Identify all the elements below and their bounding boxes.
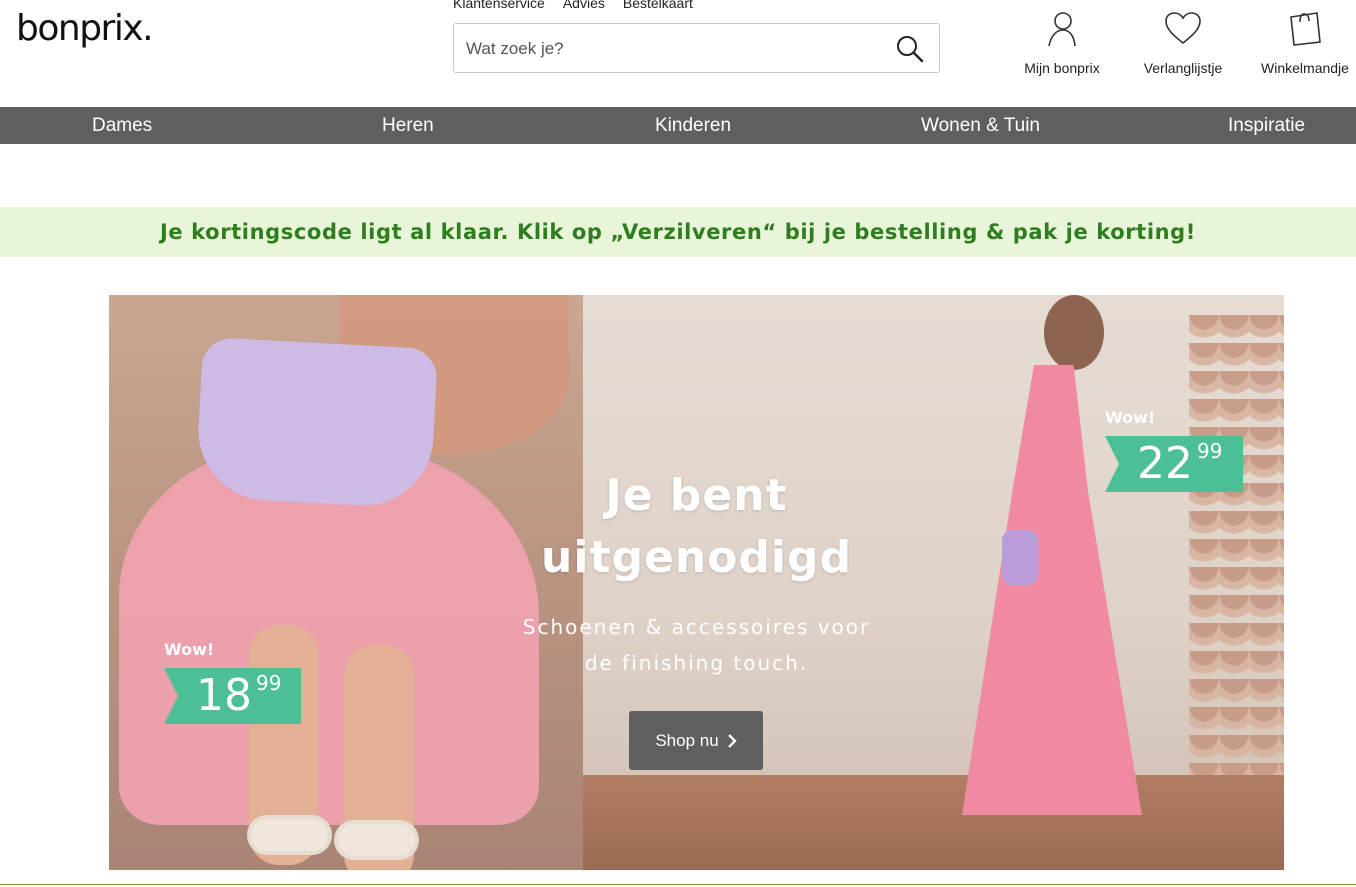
hero-banner[interactable]: Wow! 18 99 Wow! 22 99 Je bent uitgenodig… (109, 295, 1284, 870)
wishlist-link[interactable]: Verlanglijstje (1138, 8, 1228, 76)
hero-sandal (334, 820, 419, 860)
hero-text-block: Je bent uitgenodigd Schoenen & accessoir… (504, 465, 889, 681)
shopping-bag-icon (1285, 8, 1325, 48)
price-left-int: 18 (196, 670, 252, 721)
wow-label-right: Wow! (1105, 408, 1156, 427)
hero-sandal (247, 815, 332, 855)
price-right-cents: 99 (1197, 439, 1223, 463)
divider (0, 884, 1356, 885)
wow-label-left: Wow! (164, 640, 215, 659)
nav-inspiratie[interactable]: Inspiratie (1228, 115, 1305, 137)
promo-text: Je kortingscode ligt al klaar. Klik op „… (160, 220, 1196, 244)
price-tag-right[interactable]: 22 99 (1105, 436, 1243, 492)
hero-title-line1: Je bent (605, 470, 788, 521)
hero-title: Je bent uitgenodigd (504, 465, 889, 589)
hero-title-line2: uitgenodigd (541, 532, 852, 583)
nav-kinderen[interactable]: Kinderen (655, 115, 731, 137)
nav-heren[interactable]: Heren (382, 115, 434, 137)
my-account-label: Mijn bonprix (1024, 60, 1100, 76)
cart-label: Winkelmandje (1261, 60, 1349, 76)
hero-model-head (1044, 295, 1104, 370)
price-tag-left[interactable]: 18 99 (164, 668, 301, 724)
heart-icon (1163, 8, 1203, 48)
main-nav: Dames Heren Kinderen Wonen & Tuin Inspir… (0, 107, 1356, 144)
hero-clutch-bag (194, 336, 439, 510)
hero-wall-tiles (1189, 315, 1284, 785)
hero-subtitle-line2: de finishing touch. (584, 651, 809, 675)
wishlist-label: Verlanglijstje (1143, 60, 1223, 76)
shop-now-label: Shop nu (655, 730, 719, 750)
chevron-right-icon (727, 733, 737, 748)
nav-wonen-tuin[interactable]: Wonen & Tuin (921, 115, 1040, 137)
user-icon (1042, 8, 1082, 48)
price-right-int: 22 (1137, 438, 1193, 489)
account-links: Mijn bonprix Verlanglijstje Winkelmandje (0, 8, 1356, 88)
my-account-link[interactable]: Mijn bonprix (1018, 8, 1106, 76)
hero-model-bag (1002, 530, 1038, 585)
promo-banner[interactable]: Je kortingscode ligt al klaar. Klik op „… (0, 207, 1356, 257)
shop-now-button[interactable]: Shop nu (629, 711, 763, 770)
cart-link[interactable]: Winkelmandje (1256, 8, 1354, 76)
hero-floor (583, 775, 1284, 870)
hero-subtitle-line1: Schoenen & accessoires voor (522, 615, 871, 639)
hero-subtitle: Schoenen & accessoires voor de finishing… (504, 609, 889, 681)
price-left-cents: 99 (256, 671, 282, 695)
nav-dames[interactable]: Dames (92, 115, 152, 137)
header: bonprix. Klantenservice Advies Bestelkaa… (0, 0, 1356, 107)
